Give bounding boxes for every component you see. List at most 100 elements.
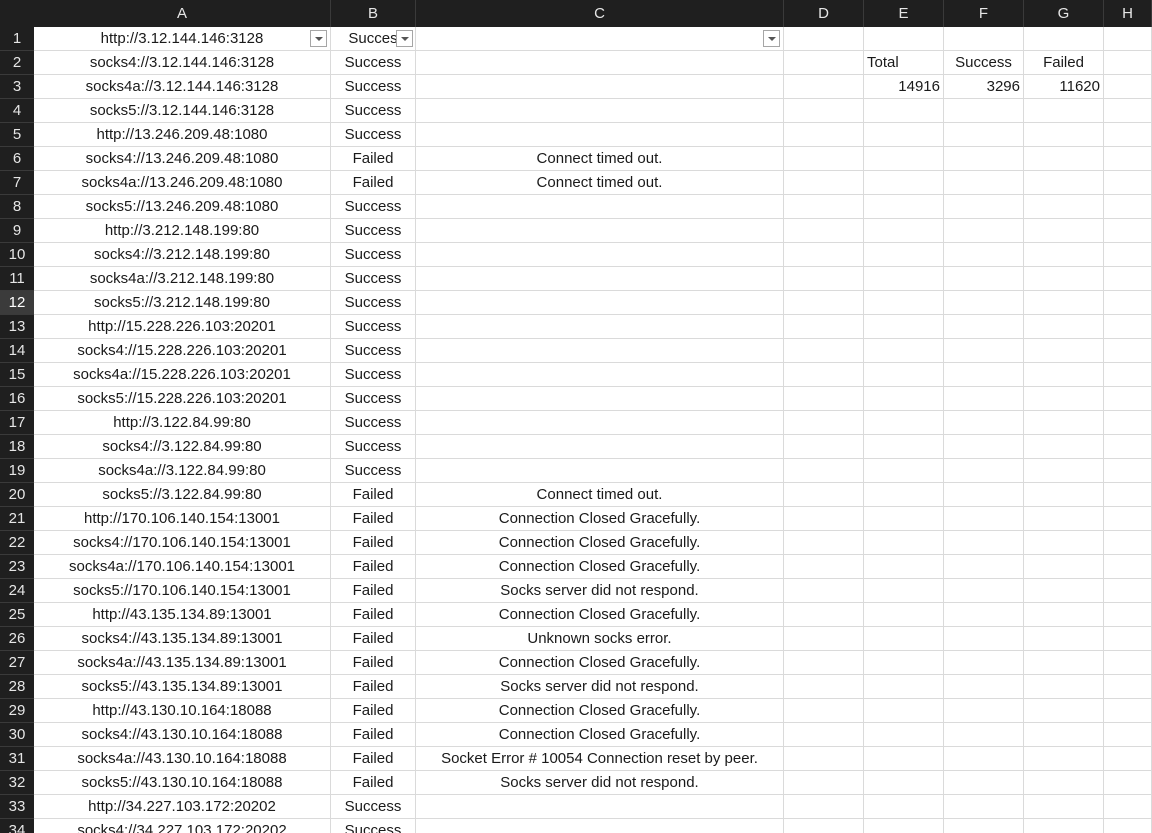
cell-empty[interactable] <box>1024 603 1104 627</box>
cell-empty[interactable] <box>1024 747 1104 771</box>
cell-error[interactable] <box>416 195 784 219</box>
cell-empty[interactable] <box>944 459 1024 483</box>
cell-status[interactable]: Success <box>331 435 416 459</box>
cell-empty[interactable] <box>784 123 864 147</box>
cell-proxy-url[interactable]: socks4://3.12.144.146:3128 <box>34 51 331 75</box>
cell-proxy-url[interactable]: socks4://3.122.84.99:80 <box>34 435 331 459</box>
cell-empty[interactable] <box>864 411 944 435</box>
summary-header[interactable]: Failed <box>1024 51 1104 75</box>
cell-empty[interactable] <box>1104 99 1152 123</box>
cell-empty[interactable] <box>1104 51 1152 75</box>
cell-empty[interactable] <box>1104 219 1152 243</box>
cell-proxy-url[interactable]: socks5://3.212.148.199:80 <box>34 291 331 315</box>
row-header[interactable]: 34 <box>0 819 34 833</box>
cell-proxy-url[interactable]: socks4a://43.135.134.89:13001 <box>34 651 331 675</box>
cell-empty[interactable] <box>944 99 1024 123</box>
row-header[interactable]: 27 <box>0 651 34 675</box>
cell-status[interactable]: Success <box>331 123 416 147</box>
cell-error[interactable] <box>416 51 784 75</box>
cell-empty[interactable] <box>784 315 864 339</box>
cell-empty[interactable] <box>1024 195 1104 219</box>
cell-error[interactable] <box>416 435 784 459</box>
cell-proxy-url[interactable]: socks5://43.130.10.164:18088 <box>34 771 331 795</box>
summary-value[interactable]: 14916 <box>864 75 944 99</box>
cell-status[interactable]: Failed <box>331 747 416 771</box>
row-header[interactable]: 1 <box>0 27 34 51</box>
cell-error[interactable] <box>416 387 784 411</box>
cell-error[interactable]: Connect timed out. <box>416 171 784 195</box>
cell-empty[interactable] <box>784 459 864 483</box>
cell-proxy-url[interactable]: socks4a://3.212.148.199:80 <box>34 267 331 291</box>
row-header[interactable]: 31 <box>0 747 34 771</box>
cell-empty[interactable] <box>784 531 864 555</box>
row-header[interactable]: 4 <box>0 99 34 123</box>
cell-empty[interactable] <box>944 171 1024 195</box>
cell-empty[interactable] <box>784 171 864 195</box>
cell-empty[interactable] <box>1104 675 1152 699</box>
cell-empty[interactable] <box>864 387 944 411</box>
cell-empty[interactable] <box>944 699 1024 723</box>
cell-status[interactable]: Success <box>331 795 416 819</box>
row-header[interactable]: 18 <box>0 435 34 459</box>
cell-empty[interactable] <box>864 123 944 147</box>
cell-proxy-url[interactable]: socks4a://15.228.226.103:20201 <box>34 363 331 387</box>
cell-empty[interactable] <box>1024 243 1104 267</box>
filter-b-button[interactable] <box>396 30 413 47</box>
cell-empty[interactable] <box>1104 603 1152 627</box>
cell-status[interactable]: Failed <box>331 603 416 627</box>
cell-empty[interactable] <box>1104 195 1152 219</box>
row-header[interactable]: 11 <box>0 267 34 291</box>
cell-status[interactable]: Success <box>331 219 416 243</box>
row-header[interactable]: 3 <box>0 75 34 99</box>
cell-empty[interactable] <box>944 747 1024 771</box>
row-header[interactable]: 2 <box>0 51 34 75</box>
cell-error[interactable]: Socks server did not respond. <box>416 579 784 603</box>
cell-empty[interactable] <box>864 603 944 627</box>
cell-empty[interactable] <box>1104 387 1152 411</box>
cell-empty[interactable] <box>1024 411 1104 435</box>
cell-empty[interactable] <box>1104 651 1152 675</box>
row-header[interactable]: 13 <box>0 315 34 339</box>
cell-proxy-url[interactable]: http://3.12.144.146:3128 <box>34 27 331 51</box>
cell-empty[interactable] <box>864 27 944 51</box>
cell-grid[interactable]: http://3.12.144.146:3128 Succes socks4://3… <box>34 27 1152 833</box>
cell-empty[interactable] <box>784 411 864 435</box>
row-header[interactable]: 21 <box>0 507 34 531</box>
cell-empty[interactable] <box>1104 243 1152 267</box>
cell-empty[interactable] <box>1104 555 1152 579</box>
cell-empty[interactable] <box>1024 795 1104 819</box>
cell-error[interactable]: Unknown socks error. <box>416 627 784 651</box>
cell-empty[interactable] <box>944 411 1024 435</box>
row-header[interactable]: 14 <box>0 339 34 363</box>
cell-empty[interactable] <box>1104 795 1152 819</box>
cell-status[interactable]: Failed <box>331 147 416 171</box>
cell-empty[interactable] <box>784 483 864 507</box>
cell-status[interactable]: Success <box>331 195 416 219</box>
cell-empty[interactable] <box>1024 651 1104 675</box>
cell-status[interactable]: Failed <box>331 651 416 675</box>
filter-c-button[interactable] <box>763 30 780 47</box>
cell-empty[interactable] <box>864 627 944 651</box>
cell-empty[interactable] <box>1024 99 1104 123</box>
cell-empty[interactable] <box>1024 723 1104 747</box>
cell-empty[interactable] <box>1104 435 1152 459</box>
cell-status[interactable]: Success <box>331 75 416 99</box>
cell-status[interactable]: Success <box>331 291 416 315</box>
cell-status[interactable]: Success <box>331 363 416 387</box>
row-header[interactable]: 23 <box>0 555 34 579</box>
cell-empty[interactable] <box>1104 819 1152 833</box>
cell-empty[interactable] <box>944 339 1024 363</box>
cell-empty[interactable] <box>784 99 864 123</box>
cell-proxy-url[interactable]: socks4://34.227.103.172:20202 <box>34 819 331 833</box>
row-header[interactable]: 26 <box>0 627 34 651</box>
cell-empty[interactable] <box>864 723 944 747</box>
cell-empty[interactable] <box>784 267 864 291</box>
cell-empty[interactable] <box>864 171 944 195</box>
cell-status[interactable]: Failed <box>331 507 416 531</box>
cell-empty[interactable] <box>1024 171 1104 195</box>
cell-status[interactable]: Failed <box>331 531 416 555</box>
cell-empty[interactable] <box>1104 771 1152 795</box>
cell-empty[interactable] <box>864 819 944 833</box>
cell-empty[interactable] <box>864 243 944 267</box>
cell-error[interactable] <box>416 339 784 363</box>
